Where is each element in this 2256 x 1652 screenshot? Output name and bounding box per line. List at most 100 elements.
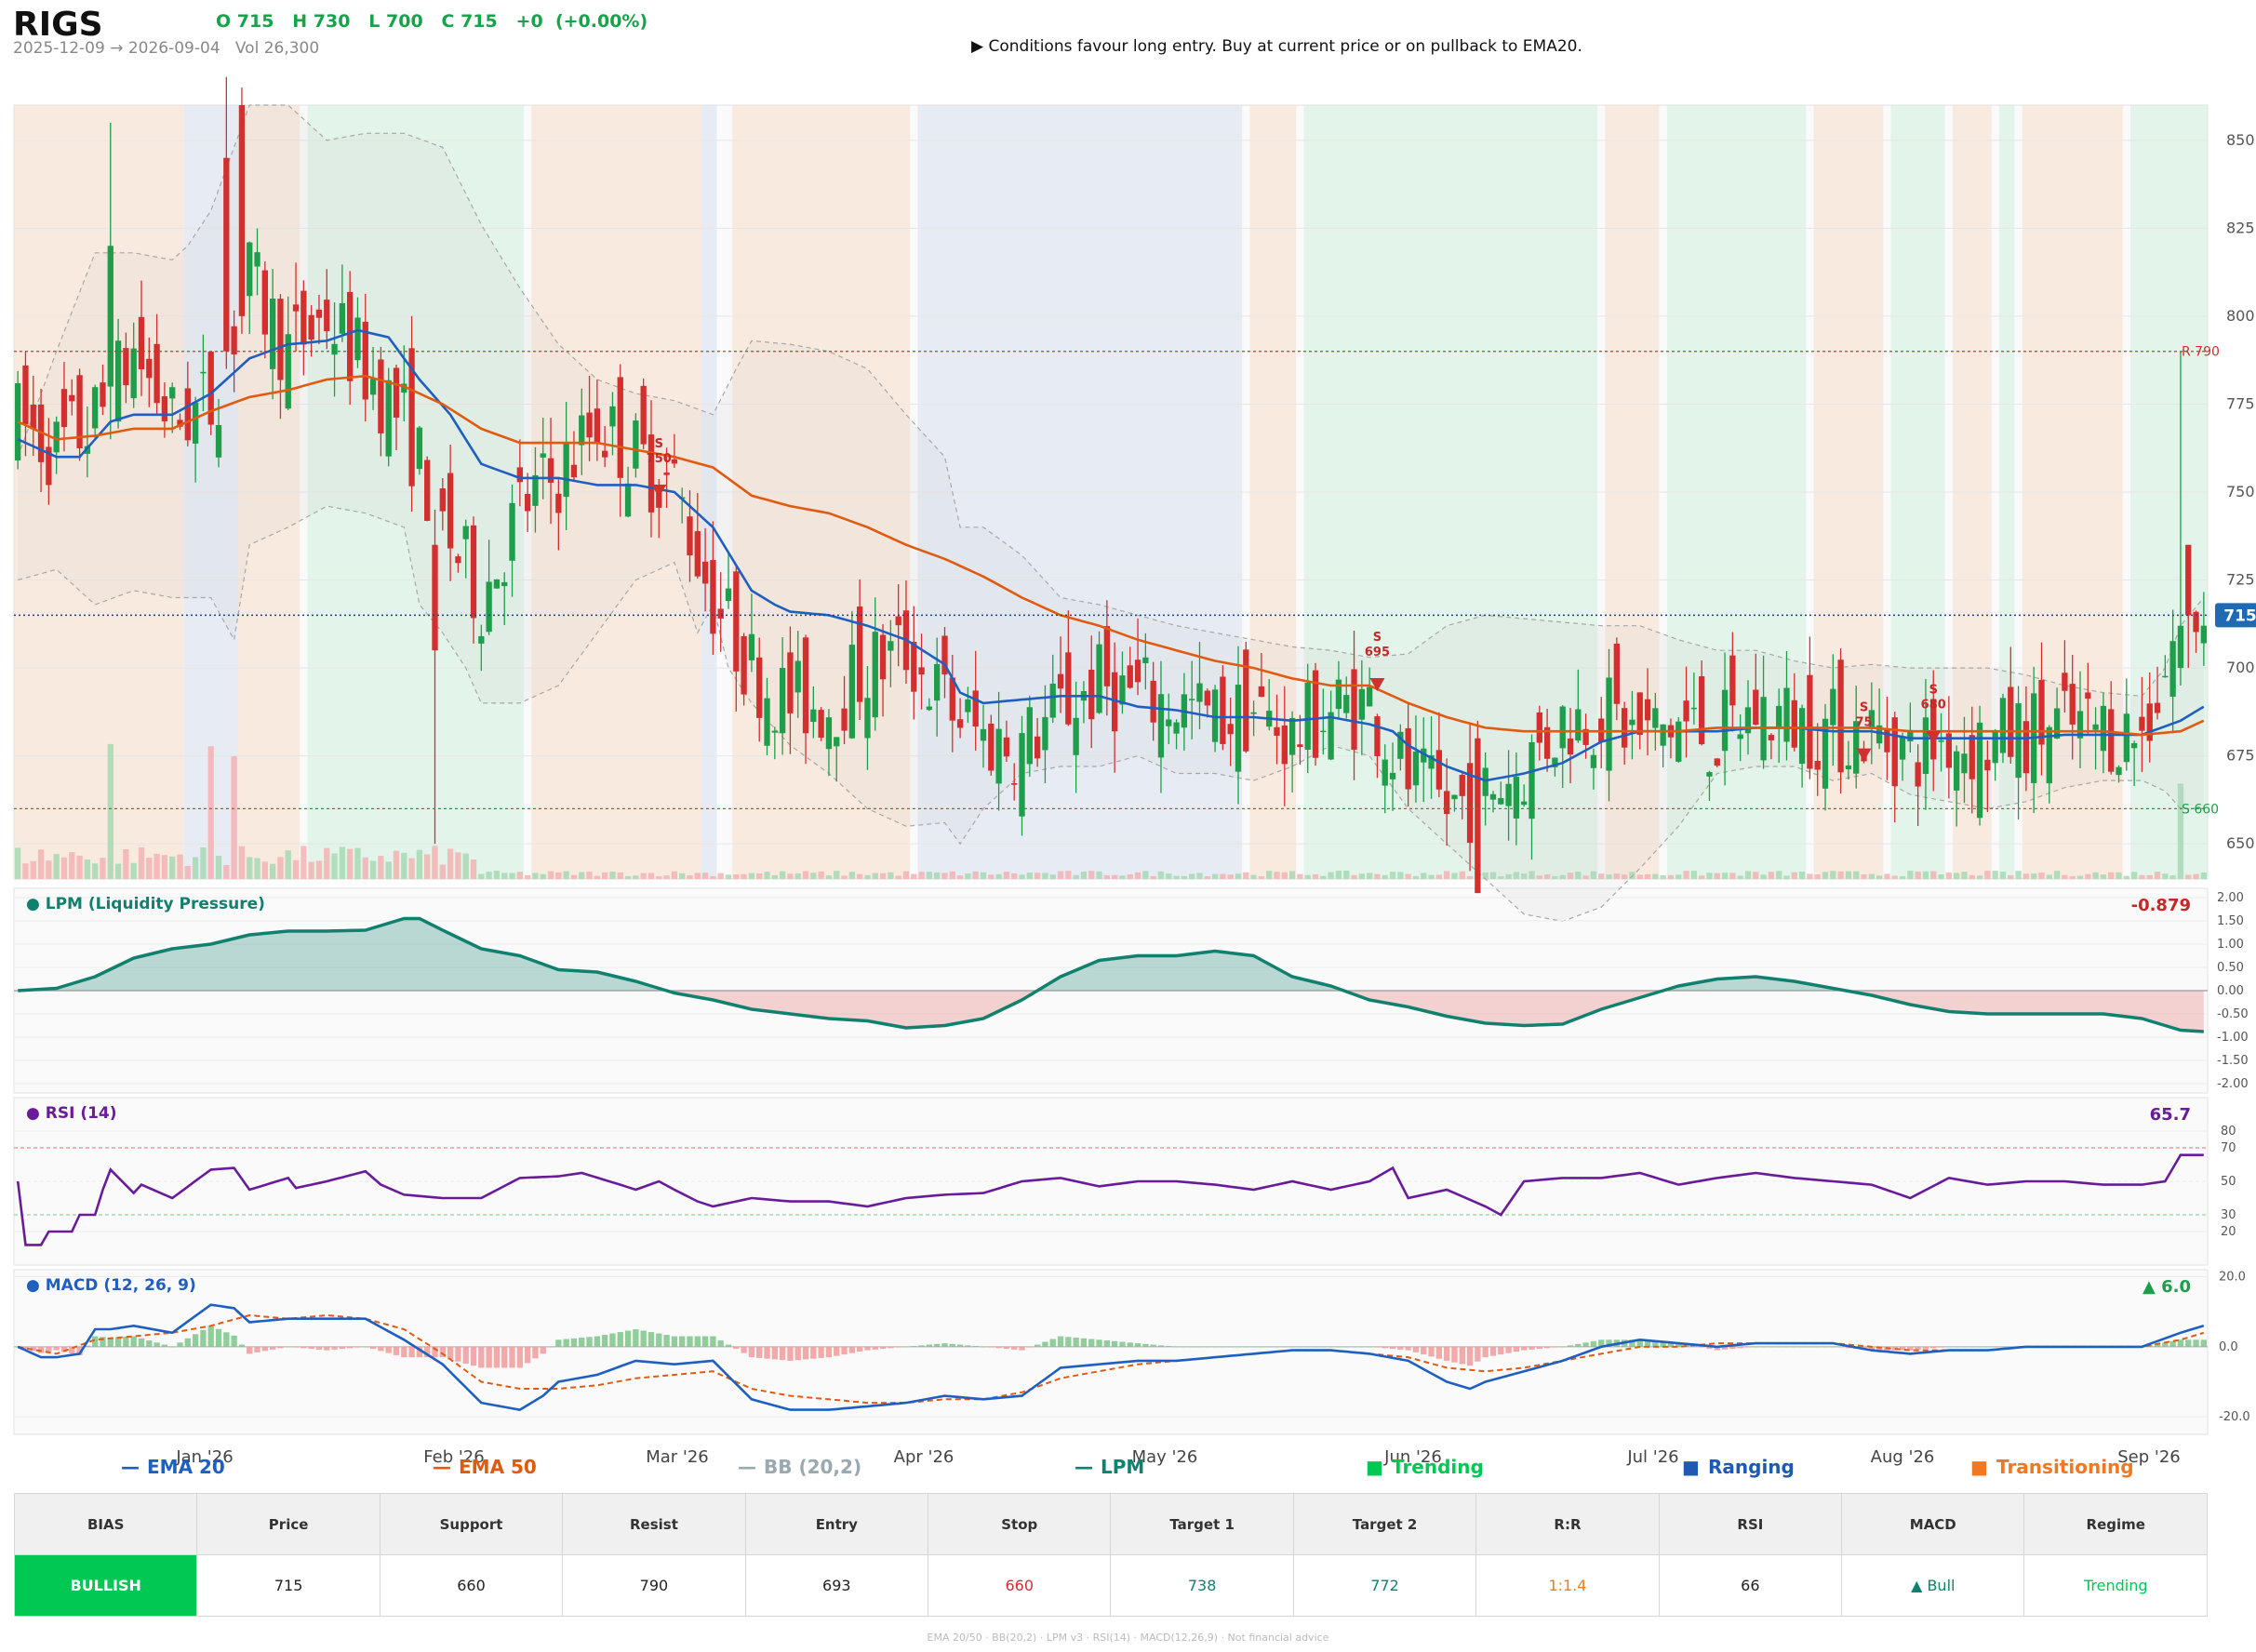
rsi-value: 65.7 <box>2150 1105 2191 1125</box>
macd-histogram-bar <box>656 1333 662 1347</box>
volume-bar <box>848 872 856 879</box>
volume-bar <box>602 872 608 879</box>
volume-bar <box>1397 872 1404 879</box>
macd-histogram-bar <box>261 1346 268 1352</box>
macd-histogram-bar <box>1026 1346 1033 1348</box>
macd-histogram-bar <box>949 1343 955 1347</box>
candle-body <box>478 635 485 644</box>
volume-bar <box>1173 875 1180 879</box>
macd-histogram-bar <box>1945 1346 1953 1348</box>
candle-body <box>1412 751 1420 786</box>
candle-body <box>857 606 863 702</box>
candle-body <box>956 719 964 728</box>
macd-histogram-bar <box>764 1346 770 1359</box>
macd-histogram-bar <box>1744 1346 1752 1348</box>
legend-symbol: — <box>1075 1456 1093 1478</box>
candle-body <box>1714 758 1720 766</box>
volume-bar <box>1945 873 1953 879</box>
macd-histogram-bar <box>269 1346 276 1350</box>
macd-histogram-bar <box>1320 1346 1327 1348</box>
summary-header-cell: RSI <box>1658 1493 1843 1555</box>
macd-histogram-bar <box>123 1337 129 1347</box>
candle-body <box>1938 739 1944 742</box>
candle-body <box>1196 683 1203 702</box>
volume-bar <box>1312 873 1319 879</box>
volume-bar <box>1366 873 1373 879</box>
macd-histogram-bar <box>1304 1346 1311 1348</box>
candle-body <box>1073 717 1079 755</box>
candle-body <box>1173 722 1180 734</box>
candle-body <box>60 389 68 428</box>
volume-bar <box>1049 874 1056 879</box>
macd-histogram-bar <box>1019 1346 1025 1351</box>
volume-bar <box>261 861 268 879</box>
candle-body <box>1954 751 1960 791</box>
macd-histogram-bar <box>486 1346 492 1368</box>
macd-histogram-bar <box>1459 1346 1465 1365</box>
volume-bar <box>408 858 415 879</box>
candle-body <box>1034 736 1041 759</box>
candle-body <box>1335 679 1342 710</box>
candle-body <box>1250 712 1257 714</box>
volume-bar <box>486 872 492 879</box>
candle-body <box>1798 708 1806 765</box>
macd-histogram-bar <box>1930 1346 1937 1349</box>
macd-histogram-bar <box>231 1335 237 1347</box>
candle-body <box>347 291 354 381</box>
volume-bar <box>2146 874 2153 879</box>
macd-histogram-bar <box>679 1336 686 1347</box>
candle-body <box>2139 716 2145 731</box>
volume-bar <box>1706 873 1713 879</box>
volume-bar <box>1714 873 1720 879</box>
volume-bar <box>1134 872 1141 879</box>
volume-bar <box>586 872 593 879</box>
x-tick-label: Jul '26 <box>1626 1447 1678 1467</box>
macd-histogram-bar <box>741 1346 747 1353</box>
macd-histogram-bar <box>1042 1341 1048 1347</box>
macd-histogram-bar <box>524 1346 531 1364</box>
macd-histogram-bar <box>980 1346 987 1348</box>
volume-bar <box>416 849 423 879</box>
candle-body <box>1482 767 1488 796</box>
volume-bar <box>1220 873 1226 879</box>
candle-body <box>2162 675 2169 678</box>
candle-body <box>2169 641 2176 698</box>
candle-body <box>2108 709 2115 772</box>
candle-body <box>2130 742 2138 749</box>
candle-body <box>710 560 716 634</box>
candle-body <box>1984 759 1991 771</box>
candle-body <box>1567 738 1574 755</box>
volume-bar <box>748 873 755 879</box>
summary-header-cell: R:R <box>1475 1493 1660 1555</box>
macd-histogram-bar <box>532 1346 539 1359</box>
macd-histogram-bar <box>1760 1346 1767 1348</box>
volume-bar <box>300 846 307 879</box>
volume-bar <box>177 854 183 879</box>
macd-histogram-bar <box>200 1329 207 1347</box>
macd-histogram-bar <box>834 1346 840 1356</box>
macd-histogram-bar <box>1575 1343 1582 1347</box>
candle-body <box>756 657 763 718</box>
volume-bar <box>1999 872 2007 879</box>
candle-body <box>633 420 639 469</box>
macd-histogram-bar <box>570 1338 578 1347</box>
volume-bar <box>1243 872 1249 879</box>
volume-bar <box>1868 873 1875 879</box>
volume-bar <box>1073 874 1079 879</box>
volume-bar <box>2062 874 2068 879</box>
macd-histogram-bar <box>238 1344 246 1347</box>
volume-bar <box>888 872 894 879</box>
volume-bar <box>2015 871 2022 879</box>
macd-histogram-bar <box>1196 1346 1203 1348</box>
summary-header-cell: Price <box>196 1493 380 1555</box>
volume-bar <box>818 871 824 879</box>
candle-body <box>1389 772 1396 779</box>
candle-body <box>1613 643 1620 704</box>
candle-body <box>1459 774 1465 796</box>
volume-bar <box>37 849 45 879</box>
candle-body <box>586 412 593 438</box>
volume-bar <box>30 860 36 879</box>
macd-histogram-bar <box>1976 1346 1983 1348</box>
macd-histogram-bar <box>825 1346 833 1358</box>
macd-histogram-bar <box>647 1332 655 1347</box>
